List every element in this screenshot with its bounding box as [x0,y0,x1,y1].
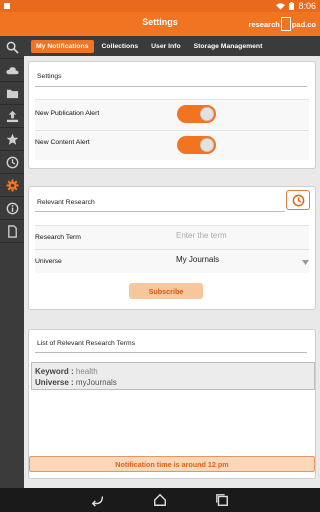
relevant-research-heading: Relevant Research [37,199,95,206]
research-term-input[interactable]: Enter the term [176,231,316,240]
universe-line: Universe : myJournals [35,378,117,387]
logo-pad-icon [280,17,291,31]
upload-icon [6,110,18,122]
tab-user-info[interactable]: User Info [146,40,185,53]
toggle-knob [200,107,214,121]
universe-label: Universe [35,258,62,265]
logo-text-right: pad.co [291,19,316,29]
new-publication-alert-label: New Publication Alert [35,110,100,117]
status-bar: 8:06 [0,0,320,12]
tab-storage-management[interactable]: Storage Management [189,40,268,53]
recent-apps-icon[interactable] [215,493,229,507]
tab-bar: My Notifications Collections User Info S… [24,36,320,56]
sidebar-item-cloud[interactable] [0,59,24,82]
research-terms-panel: List of Relevant Research Terms Keyword … [28,329,316,479]
status-time: 8:06 [298,1,316,11]
toggle-knob [200,138,214,152]
sidebar-item-settings[interactable] [0,174,24,197]
tab-my-notifications[interactable]: My Notifications [31,39,94,53]
research-terms-heading: List of Relevant Research Terms [37,340,136,347]
research-term-item[interactable]: Keyword : health Universe : myJournals [31,362,315,390]
sidebar-item-document[interactable] [0,220,24,243]
sidebar-item-folder[interactable] [0,82,24,105]
notification-icon [4,3,10,9]
chevron-down-icon [302,260,309,265]
app-logo[interactable]: research pad.co [249,16,316,32]
universe-row: Universe My Journals [35,249,309,273]
logo-text-left: research [248,19,280,29]
system-nav-bar [0,488,320,512]
folder-icon [6,89,18,98]
wifi-icon [276,3,286,10]
cloud-icon [5,66,19,74]
sidebar [0,36,24,488]
tab-collections[interactable]: Collections [97,40,144,53]
relevant-research-panel: Relevant Research Research Term Enter th… [28,186,316,310]
document-icon [7,224,17,238]
sidebar-item-info[interactable] [0,197,24,220]
keyword-line: Keyword : health [35,367,98,376]
battery-icon [289,2,295,10]
new-content-alert-toggle[interactable] [177,136,216,154]
new-publication-alert-row: New Publication Alert [35,99,309,129]
keyword-value: health [75,367,98,376]
sidebar-item-upload[interactable] [0,105,24,128]
star-icon [6,133,18,145]
keyword-label: Keyword : [35,367,76,376]
schedule-button[interactable] [286,190,310,210]
divider [35,86,307,87]
clock-icon [292,194,304,206]
research-term-label: Research Term [35,234,81,241]
settings-heading: Settings [37,73,62,80]
sidebar-item-favorites[interactable] [0,128,24,151]
divider [35,352,307,353]
new-content-alert-label: New Content Alert [35,139,90,146]
sidebar-item-search[interactable] [0,36,24,59]
new-content-alert-row: New Content Alert [35,130,309,160]
new-publication-alert-toggle[interactable] [177,105,216,123]
universe-select[interactable]: My Journals [176,255,219,264]
notification-time-banner: Notification time is around 12 pm [29,456,315,472]
home-icon[interactable] [153,493,167,507]
clock-icon [6,156,18,168]
info-icon [6,202,18,214]
search-icon [6,41,19,54]
term-universe-label: Universe : [35,378,76,387]
research-term-row: Research Term Enter the term [35,225,309,249]
settings-panel: Settings New Publication Alert New Conte… [28,61,316,169]
app-bar: Settings research pad.co [0,12,320,36]
gear-icon [5,178,19,192]
subscribe-button[interactable]: Subscribe [129,283,203,299]
term-universe-value: myJournals [75,378,117,387]
sidebar-item-history[interactable] [0,151,24,174]
divider [35,211,285,212]
back-icon[interactable] [91,493,105,507]
